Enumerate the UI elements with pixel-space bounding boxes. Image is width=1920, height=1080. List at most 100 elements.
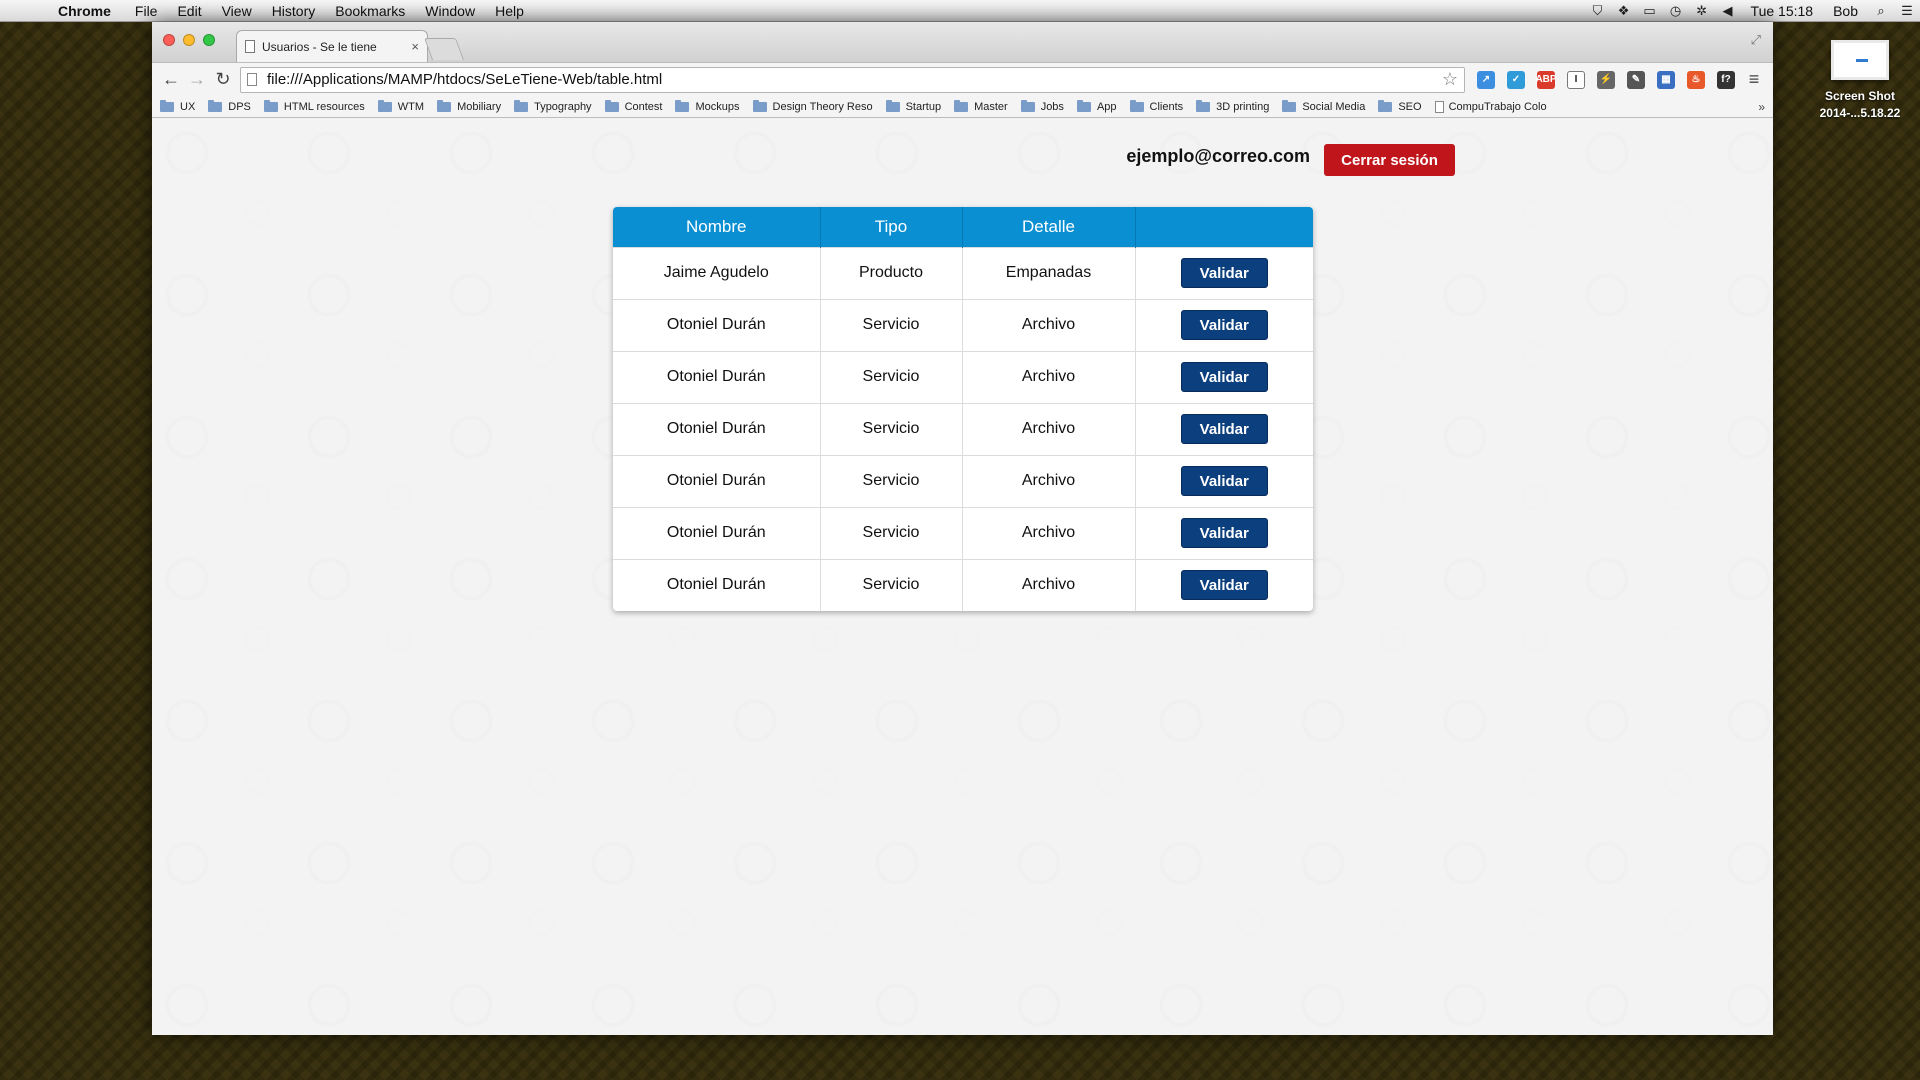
fullscreen-icon[interactable]: ⤢ (1751, 32, 1761, 48)
forward-arrow-icon[interactable]: → (184, 67, 210, 93)
menubar-clock[interactable]: Tue 15:18 (1741, 0, 1824, 22)
bookmark-folder[interactable]: WTM (377, 99, 424, 113)
bookmark-folder[interactable]: Startup (885, 99, 942, 113)
new-tab-button[interactable] (423, 38, 465, 60)
bookmark-ext-icon[interactable]: ↗ (1471, 67, 1501, 93)
folder-icon (1282, 99, 1297, 112)
browser-tab[interactable]: Usuarios - Se le tiene × (236, 30, 428, 62)
logout-button[interactable]: Cerrar sesión (1324, 144, 1455, 176)
menu-history[interactable]: History (262, 0, 326, 22)
time-machine-icon[interactable]: ◷ (1663, 0, 1689, 22)
validate-button[interactable]: Validar (1180, 362, 1268, 392)
close-window-button[interactable] (163, 34, 175, 46)
bookmark-folder[interactable]: Social Media (1282, 99, 1365, 113)
screenshot-thumbnail-icon (1831, 40, 1889, 80)
chrome-menu-icon[interactable]: ≡ (1741, 67, 1767, 93)
volume-icon[interactable]: ◀ (1715, 0, 1741, 22)
cell-tipo: Servicio (820, 454, 963, 507)
bookmark-folder[interactable]: 3D printing (1196, 99, 1269, 113)
font-ext-icon-glyph: f? (1717, 70, 1735, 89)
bookmark-folder[interactable]: SEO (1378, 99, 1422, 113)
folder-icon (954, 99, 969, 112)
spotlight-icon[interactable]: ⌕ (1868, 0, 1894, 22)
titlebar: Usuarios - Se le tiene × ⤢ (152, 22, 1773, 62)
instapaper-icon[interactable]: I (1561, 67, 1591, 93)
bookmark-folder[interactable]: HTML resources (263, 99, 365, 113)
address-bar[interactable]: file:///Applications/MAMP/htdocs/SeLeTie… (240, 66, 1465, 93)
menu-app-chrome[interactable]: Chrome (48, 0, 125, 22)
fire-ext-icon[interactable]: ♨ (1681, 67, 1711, 93)
tab-close-icon[interactable]: × (411, 39, 419, 54)
desktop-screenshot-file[interactable]: Screen Shot 2014-...5.18.22 (1790, 40, 1920, 122)
bookmark-label: Typography (534, 100, 592, 113)
grid-ext-icon[interactable]: ▦ (1651, 67, 1681, 93)
bookmarks-overflow-icon[interactable]: » (1758, 100, 1765, 114)
table-row: Otoniel Durán Servicio Archivo Validar (613, 454, 1313, 507)
back-arrow-icon[interactable]: ← (158, 67, 184, 93)
validate-button[interactable]: Validar (1180, 310, 1268, 340)
menu-file[interactable]: File (125, 0, 168, 22)
page-viewport: ejemplo@correo.com Cerrar sesión Nombre … (152, 118, 1773, 1035)
menu-help[interactable]: Help (485, 0, 534, 22)
cell-nombre: Otoniel Durán (613, 454, 821, 507)
validate-button[interactable]: Validar (1180, 570, 1268, 601)
notification-center-icon[interactable]: ☰ (1894, 0, 1920, 22)
bookmark-label: Clients (1149, 100, 1184, 113)
cell-action: Validar (1135, 558, 1313, 611)
browser-toolbar: ← → ↻ file:///Applications/MAMP/htdocs/S… (152, 62, 1773, 96)
bookmark-folder[interactable]: Design Theory Reso (752, 99, 873, 113)
cell-tipo: Servicio (820, 558, 963, 611)
bolt-ext-icon[interactable]: ⚡ (1591, 67, 1621, 93)
folder-icon (885, 99, 900, 112)
bookmark-folder[interactable]: DPS (208, 99, 251, 113)
menubar-user[interactable]: Bob (1823, 0, 1868, 22)
validate-button[interactable]: Validar (1180, 466, 1268, 496)
menu-window[interactable]: Window (415, 0, 485, 22)
address-url[interactable]: file:///Applications/MAMP/htdocs/SeLeTie… (267, 71, 1442, 88)
bookmark-star-icon[interactable]: ☆ (1442, 69, 1458, 90)
bookmark-folder[interactable]: Typography (514, 99, 592, 113)
validate-button[interactable]: Validar (1180, 258, 1268, 288)
bookmark-doc-item[interactable]: CompuTrabajo Colo (1434, 100, 1547, 113)
dropbox-icon[interactable]: ❖ (1611, 0, 1637, 22)
bookmark-folder[interactable]: App (1076, 99, 1117, 113)
bookmark-label: Jobs (1040, 100, 1064, 113)
validate-button[interactable]: Validar (1180, 518, 1268, 548)
bookmark-label: DPS (228, 100, 251, 113)
font-ext-icon[interactable]: f? (1711, 67, 1741, 93)
bookmark-ext-icon-glyph: ↗ (1477, 70, 1495, 89)
bookmark-folder[interactable]: Clients (1129, 99, 1184, 113)
instapaper-icon-glyph: I (1567, 70, 1585, 89)
menu-edit[interactable]: Edit (167, 0, 211, 22)
validate-button[interactable]: Validar (1180, 414, 1268, 444)
folder-icon (160, 99, 174, 112)
header-nombre[interactable]: Nombre (613, 207, 821, 247)
bookmark-folder[interactable]: Mockups (675, 99, 740, 113)
menu-view[interactable]: View (212, 0, 262, 22)
bookmark-folder[interactable]: Jobs (1020, 99, 1064, 113)
cell-detalle: Archivo (962, 350, 1136, 403)
menu-bookmarks[interactable]: Bookmarks (325, 0, 415, 22)
header-detalle[interactable]: Detalle (962, 207, 1136, 247)
airplay-icon[interactable]: ▭ (1637, 0, 1663, 22)
reload-icon[interactable]: ↻ (210, 67, 236, 93)
cell-action: Validar (1135, 246, 1313, 299)
header-tipo[interactable]: Tipo (820, 207, 963, 247)
check-ext-icon[interactable]: ✓ (1501, 67, 1531, 93)
browser-window: Usuarios - Se le tiene × ⤢ ← → ↻ file://… (152, 22, 1773, 1035)
shield-icon[interactable]: ⛉ (1585, 0, 1611, 22)
minimize-window-button[interactable] (183, 34, 195, 46)
bookmark-folder[interactable]: Contest (604, 99, 662, 113)
bookmark-label: Mobiliary (457, 100, 502, 113)
adblock-icon[interactable]: ABP (1531, 67, 1561, 93)
zoom-window-button[interactable] (203, 34, 215, 46)
folder-icon (263, 99, 278, 112)
bookmark-folder[interactable]: Master (954, 99, 1008, 113)
bookmark-label: CompuTrabajo Colo (1448, 100, 1547, 113)
evernote-icon[interactable]: ✎ (1621, 67, 1651, 93)
table-row: Otoniel Durán Servicio Archivo Validar (613, 506, 1313, 559)
bookmark-folder[interactable]: Mobiliary (437, 99, 502, 113)
bluetooth-icon[interactable]: ✲ (1689, 0, 1715, 22)
bookmark-folder[interactable]: UX (160, 99, 195, 113)
bookmark-label: Startup (905, 100, 942, 113)
